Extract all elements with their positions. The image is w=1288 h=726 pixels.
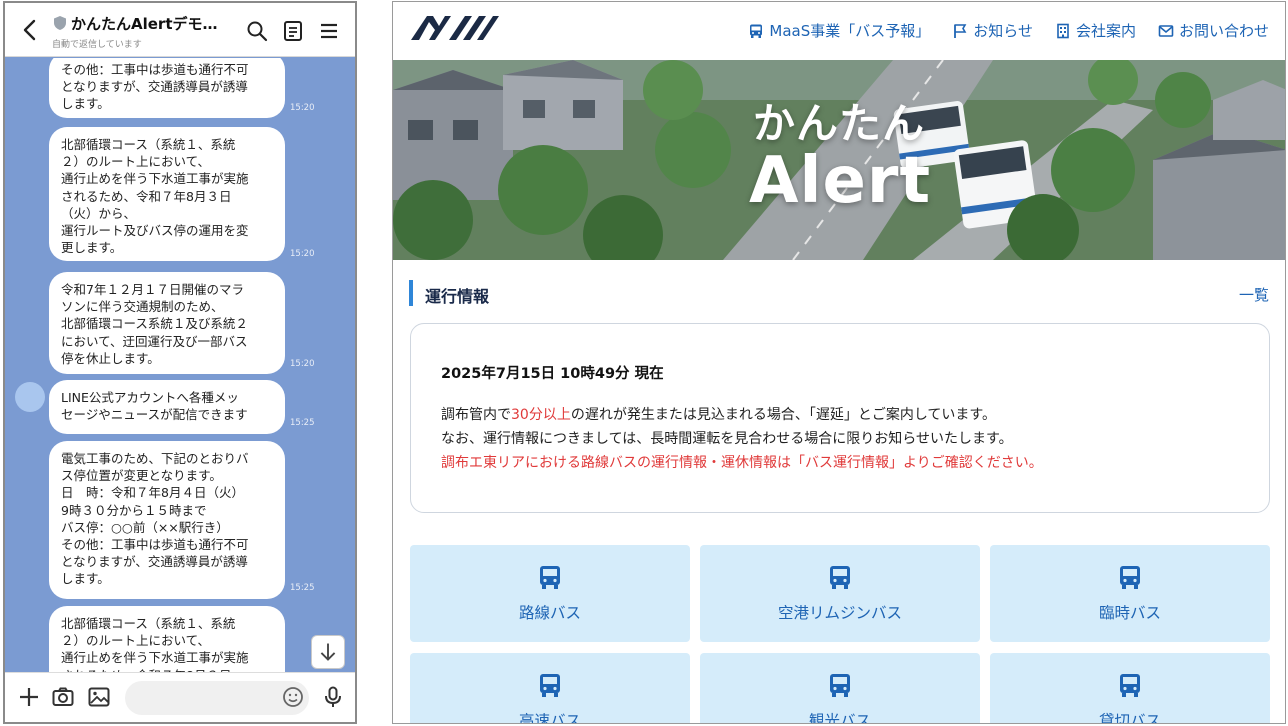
message-text: LINE公式アカウントへ各種メッ セージやニュースが配信できます bbox=[61, 390, 248, 423]
nav-label: MaaS事業「バス予報」 bbox=[769, 22, 931, 40]
tile-route-bus[interactable]: 路線バス bbox=[410, 545, 690, 642]
message-time: 15:20 bbox=[290, 103, 315, 113]
plus-icon[interactable] bbox=[17, 685, 41, 709]
tile-airport-limousine[interactable]: 空港リムジンバス bbox=[700, 545, 980, 642]
info-line-2: なお、運行情報につきましては、長時間運転を見合わせる場合に限りお知らせいたします… bbox=[441, 431, 1013, 447]
tile-label: 観光バス bbox=[808, 712, 871, 724]
bus-icon bbox=[750, 24, 763, 38]
info-highlight: 30分以上 bbox=[511, 407, 571, 423]
tile-label: 貸切バス bbox=[1098, 712, 1161, 724]
notes-icon[interactable] bbox=[281, 19, 305, 43]
message-bubble: 令和7年１２月１７日開催のマラ ソンに伴う交通規制のため、 北部循環コース系統１… bbox=[49, 272, 285, 374]
bus-icon bbox=[830, 674, 850, 697]
tile-sightseeing-bus[interactable]: 観光バス bbox=[700, 653, 980, 724]
message-text: その他：工事中は歩道も通行不可 となりますが、交通誘導員が誘導 します。 bbox=[61, 62, 249, 112]
info-text: の遅れが発生または見込まれる場合、「遅延」とご案内しています。 bbox=[570, 407, 997, 423]
message-bubble: LINE公式アカウントへ各種メッ セージやニュースが配信できます bbox=[49, 380, 285, 434]
search-icon[interactable] bbox=[245, 19, 269, 43]
building-icon bbox=[1057, 23, 1069, 38]
company-logo[interactable] bbox=[409, 12, 501, 44]
emoji-icon[interactable] bbox=[281, 685, 305, 709]
chat-title: かんたんAlertデモ… bbox=[71, 15, 218, 33]
microphone-icon[interactable] bbox=[321, 685, 345, 709]
tile-temporary-bus[interactable]: 臨時バス bbox=[990, 545, 1270, 642]
nav-maas[interactable]: MaaS事業「バス予報」 bbox=[748, 20, 930, 41]
message-text: 北部循環コース（系統１、系統 ２）のルート上において、 通行止めを伴う下水道工事… bbox=[61, 137, 249, 256]
info-date: 2025年7月15日 10時49分 現在 bbox=[441, 366, 664, 382]
main-nav: MaaS事業「バス予報」 お知らせ 会社案内 お問い合わせ bbox=[748, 20, 1269, 41]
message-text: 令和7年１２月１７日開催のマラ ソンに伴う交通規制のため、 北部循環コース系統１… bbox=[61, 282, 248, 366]
message-bubble: その他：工事中は歩道も通行不可 となりますが、交通誘導員が誘導 します。 bbox=[49, 58, 285, 118]
nav-news[interactable]: お知らせ bbox=[952, 20, 1033, 41]
info-line-3-link[interactable]: 調布エ東リアにおける路線バスの運行情報・運休情報は「バス運行情報」よりご確認くだ… bbox=[441, 452, 1043, 472]
avatar[interactable] bbox=[15, 382, 45, 412]
hero-title-line1: かんたん bbox=[753, 99, 926, 148]
site-header: MaaS事業「バス予報」 お知らせ 会社案内 お問い合わせ bbox=[393, 2, 1285, 60]
nav-company[interactable]: 会社案内 bbox=[1055, 20, 1136, 41]
message-bubble: 北部循環コース（系統１、系統 ２）のルート上において、 通行止めを伴う下水道工事… bbox=[49, 127, 285, 261]
nav-label: お問い合わせ bbox=[1178, 22, 1269, 40]
section-title: 運行情報 bbox=[425, 287, 490, 306]
message-time: 15:20 bbox=[290, 249, 315, 259]
message-text: 電気工事のため、下記のとおりバ ス停位置が変更となります。 日 時：令和７年8月… bbox=[61, 451, 249, 587]
message-time: 15:25 bbox=[290, 583, 315, 593]
tile-charter-bus[interactable]: 貸切バス bbox=[990, 653, 1270, 724]
message-input-bar bbox=[5, 672, 355, 722]
message-time: 15:20 bbox=[290, 359, 315, 369]
message-list[interactable]: その他：工事中は歩道も通行不可 となりますが、交通誘導員が誘導 します。 15:… bbox=[5, 58, 355, 676]
service-info-box: 2025年7月15日 10時49分 現在 調布管内で30分以上の遅れが発生または… bbox=[410, 323, 1270, 513]
image-icon[interactable] bbox=[87, 685, 111, 709]
message-time: 15:25 bbox=[290, 418, 315, 428]
mail-icon bbox=[1158, 24, 1174, 37]
bus-icon bbox=[830, 566, 850, 589]
tile-label: 路線バス bbox=[518, 604, 581, 622]
bus-icon bbox=[1120, 674, 1140, 697]
chat-subtitle: 自動で返信しています bbox=[52, 40, 142, 50]
tile-highway-bus[interactable]: 高速バス bbox=[410, 653, 690, 724]
info-line-1: 調布管内で30分以上の遅れが発生または見込まれる場合、「遅延」とご案内しています… bbox=[441, 404, 996, 424]
flag-icon bbox=[954, 23, 967, 38]
bus-icon bbox=[1120, 566, 1140, 589]
scroll-down-button[interactable] bbox=[311, 635, 345, 669]
nav-label: お知らせ bbox=[973, 22, 1033, 40]
hero-title-line2: Alert bbox=[749, 144, 932, 218]
message-text: 北部循環コース（系統１、系統 ２）のルート上において、 通行止めを伴う下水道工事… bbox=[61, 616, 249, 676]
info-text: 調布管内で bbox=[441, 407, 511, 423]
arrow-down-icon bbox=[320, 643, 336, 661]
website-window: MaaS事業「バス予報」 お知らせ 会社案内 お問い合わせ かんたん Alert… bbox=[392, 1, 1286, 724]
tile-label: 空港リムジンバス bbox=[777, 604, 902, 622]
nav-label: 会社案内 bbox=[1075, 22, 1136, 40]
tile-label: 高速バス bbox=[518, 712, 581, 724]
back-arrow-icon[interactable] bbox=[19, 17, 41, 43]
hero-banner: かんたん Alert bbox=[393, 60, 1285, 260]
shield-icon bbox=[54, 16, 66, 30]
bus-icon bbox=[540, 566, 560, 589]
menu-icon[interactable] bbox=[317, 19, 341, 43]
line-chat-window: かんたんAlertデモ… 自動で返信しています その他：工事中は歩道も通行不可 … bbox=[3, 1, 357, 724]
message-bubble: 北部循環コース（系統１、系統 ２）のルート上において、 通行止めを伴う下水道工事… bbox=[49, 606, 285, 676]
camera-icon[interactable] bbox=[51, 685, 75, 709]
section-accent-bar bbox=[409, 280, 413, 306]
view-all-link[interactable]: 一覧 bbox=[1239, 284, 1269, 305]
message-bubble: 電気工事のため、下記のとおりバ ス停位置が変更となります。 日 時：令和７年8月… bbox=[49, 441, 285, 599]
nav-contact[interactable]: お問い合わせ bbox=[1158, 20, 1269, 41]
bus-icon bbox=[540, 674, 560, 697]
chat-header: かんたんAlertデモ… 自動で返信しています bbox=[5, 3, 355, 57]
section-header: 運行情報 一覧 bbox=[409, 278, 1269, 308]
tile-label: 臨時バス bbox=[1098, 604, 1161, 622]
